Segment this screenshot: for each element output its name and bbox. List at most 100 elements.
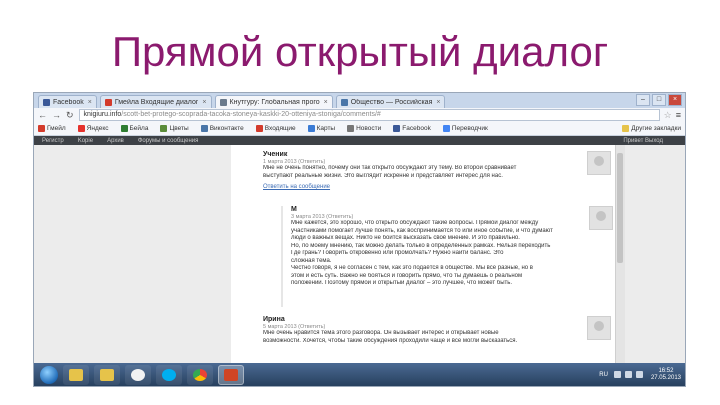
avatar xyxy=(587,316,611,340)
tab-label: Facebook xyxy=(53,98,84,106)
news-icon xyxy=(347,125,355,132)
tab-bar: Facebook × Гмейла Входящие диалог × Кнут… xyxy=(34,93,685,108)
clock[interactable]: 16:52 27.05.2013 xyxy=(651,368,681,382)
system-tray: RU 16:52 27.05.2013 xyxy=(599,368,685,382)
scrollbar-thumb[interactable] xyxy=(617,153,623,263)
comment-line: этом и есть суть. Важно не бояться и гов… xyxy=(291,272,523,279)
comment-line: Мне не очень понятно, почему они так отк… xyxy=(263,165,517,171)
comment-author[interactable]: Ирина xyxy=(263,316,613,323)
language-indicator[interactable]: RU xyxy=(599,372,608,378)
bookmark-label: Другие закладки xyxy=(631,125,681,132)
close-icon[interactable]: × xyxy=(324,99,328,106)
window-controls: – □ × xyxy=(634,94,682,106)
vk-icon xyxy=(340,98,348,106)
comment-line: Честно говоря, я не согласен с тем, как … xyxy=(291,265,533,271)
bookmark-item[interactable]: Новости xyxy=(347,125,381,132)
facebook-icon xyxy=(43,98,50,106)
comment-line: сложная тема. xyxy=(291,257,332,264)
folder-icon xyxy=(100,368,114,381)
taskbar-powerpoint[interactable] xyxy=(218,364,244,385)
maximize-icon[interactable]: □ xyxy=(652,94,666,106)
reload-icon[interactable]: ↻ xyxy=(66,110,74,121)
comment-line: участниками помогает лучше понять, как в… xyxy=(291,227,553,234)
minimize-icon[interactable]: – xyxy=(636,94,650,106)
comment: М 3 марта 2013 (Ответить) Мне кажется, э… xyxy=(291,206,591,288)
bookmark-item[interactable]: Facebook xyxy=(393,125,431,132)
bookmark-label: Переводчик xyxy=(451,125,488,132)
taskbar-talk[interactable] xyxy=(125,364,151,385)
comment: Ирина 5 марта 2013 (Ответить) Мне очень … xyxy=(263,316,613,345)
vk-icon xyxy=(200,125,208,132)
comment-author[interactable]: Ученик xyxy=(263,151,613,158)
site-nav-item[interactable]: Kopiе xyxy=(78,138,93,144)
tab-vk[interactable]: Общество — Российская × xyxy=(335,95,446,108)
tab-label: Общество — Российская xyxy=(350,98,433,106)
close-icon[interactable]: × xyxy=(88,99,92,106)
other-bookmarks[interactable]: Другие закладки xyxy=(622,125,681,132)
site-icon xyxy=(120,125,128,132)
bookmark-label: Гмейл xyxy=(47,125,66,132)
back-icon[interactable]: ← xyxy=(38,110,47,120)
bookmark-label: Новости xyxy=(356,125,382,132)
taskbar-explorer[interactable] xyxy=(63,364,89,385)
star-icon[interactable]: ☆ xyxy=(664,110,672,121)
bookmark-item[interactable]: Переводчик xyxy=(442,125,488,132)
window-close-icon[interactable]: × xyxy=(668,94,682,106)
comment-line: люди о важных вещах. Никто не боится выс… xyxy=(291,235,520,241)
bookmark-label: Бейла xyxy=(129,125,149,132)
url-path: /scott-bet-protego-scoprada-tacoka-stone… xyxy=(121,111,381,118)
bookmark-item[interactable]: Карты xyxy=(307,125,336,132)
site-icon xyxy=(160,125,168,132)
volume-icon[interactable] xyxy=(624,371,632,378)
tab-active-page[interactable]: Кнутгуру: Глобальная прого × xyxy=(214,95,333,108)
close-icon[interactable]: × xyxy=(202,99,206,106)
reply-link[interactable]: Ответить на сообщение xyxy=(263,184,613,190)
bookmark-label: Входящие xyxy=(264,125,296,132)
address-bar: ← → ↻ knigiuru.info/scott-bet-protego-sc… xyxy=(34,108,685,122)
bookmark-item[interactable]: Гмейл xyxy=(38,125,66,132)
bookmark-item[interactable]: Входящие xyxy=(255,125,296,132)
facebook-icon xyxy=(393,125,401,132)
powerpoint-icon xyxy=(224,368,238,381)
close-icon[interactable]: × xyxy=(436,99,440,106)
bookmark-label: Карты xyxy=(316,125,336,132)
comment-line: положении. Поэтому прямой и открытый диа… xyxy=(291,280,513,286)
bookmark-label: Яндекс xyxy=(86,125,109,132)
gmail-icon xyxy=(104,98,112,106)
avatar xyxy=(589,206,613,230)
chrome-icon xyxy=(193,368,207,381)
taskbar-skype[interactable] xyxy=(156,364,182,385)
bookmark-item[interactable]: Яндекс xyxy=(77,125,109,132)
forward-icon[interactable]: → xyxy=(52,110,61,120)
scrollbar[interactable] xyxy=(615,145,625,365)
site-nav-item[interactable]: Форумы и сообщения xyxy=(138,138,199,144)
taskbar: RU 16:52 27.05.2013 xyxy=(34,363,685,386)
comments-column: Ученик 1 марта 2013 (Ответить) Мне не оч… xyxy=(231,145,625,365)
network-icon[interactable] xyxy=(613,371,621,378)
bookmark-item[interactable]: Бейла xyxy=(120,125,149,132)
comment-line: Но, по моему мнению, так можно делать то… xyxy=(291,242,551,249)
page-content: Ученик 1 марта 2013 (Ответить) Мне не оч… xyxy=(34,145,685,365)
comment-author[interactable]: М xyxy=(291,206,591,213)
folder-icon xyxy=(622,125,630,132)
bookmarks-bar: Гмейл Яндекс Бейла Цветы Виконтакте Вход… xyxy=(34,122,685,136)
avatar xyxy=(587,151,611,175)
comment-line: возможности. Хочется, чтобы такие обсужд… xyxy=(263,337,518,344)
taskbar-folder[interactable] xyxy=(94,364,120,385)
bookmark-item[interactable]: Цветы xyxy=(160,125,189,132)
taskbar-chrome[interactable] xyxy=(187,364,213,385)
tab-facebook[interactable]: Facebook × xyxy=(38,95,97,108)
tab-gmail[interactable]: Гмейла Входящие диалог × xyxy=(99,95,212,108)
start-button[interactable] xyxy=(40,365,58,384)
gmail-icon xyxy=(255,125,263,132)
flag-icon[interactable] xyxy=(635,371,643,378)
site-nav-item[interactable]: Архив xyxy=(107,138,124,144)
menu-icon[interactable]: ≡ xyxy=(676,110,681,120)
clock-time: 16:52 xyxy=(658,367,674,374)
chat-icon xyxy=(131,368,145,381)
site-nav-item[interactable]: Регистр xyxy=(42,138,64,144)
url-input[interactable]: knigiuru.info/scott-bet-protego-scoprada… xyxy=(78,109,660,121)
comment-line: Где грань? Говорить откровенно или промо… xyxy=(291,250,504,256)
site-nav-user[interactable]: Привет Выход xyxy=(623,138,663,144)
bookmark-item[interactable]: Виконтакте xyxy=(200,125,244,132)
